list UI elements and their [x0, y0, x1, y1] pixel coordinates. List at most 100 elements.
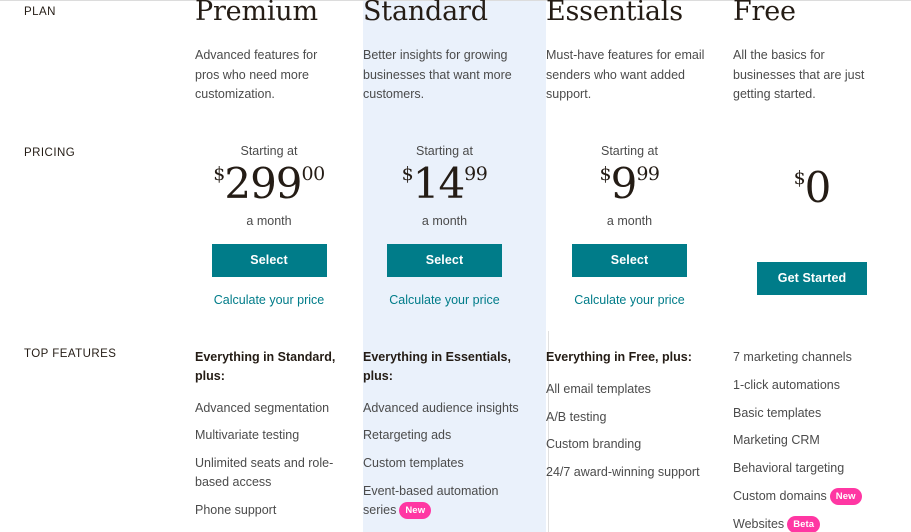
- feature-label: Custom templates: [363, 456, 464, 470]
- feature-label: 24/7 award-winning support: [546, 465, 700, 479]
- feature-label: Phone support: [195, 502, 277, 517]
- select-button-essentials[interactable]: Select: [572, 243, 687, 277]
- feature-label: Advanced segmentation: [195, 400, 330, 415]
- pricing-comparison-table: PLAN Premium Advanced features for pros …: [0, 0, 911, 532]
- price-display: $1499: [363, 162, 526, 205]
- plan-row: PLAN Premium Advanced features for pros …: [0, 0, 911, 134]
- feature-item: Advanced segmentation: [195, 399, 341, 418]
- feature-label: A/B testing: [546, 409, 607, 424]
- features-cell-standard: Everything in Essentials, plus: Advanced…: [363, 331, 546, 532]
- plan-description: All the basics for businesses that are j…: [733, 48, 865, 102]
- plan-description: Must-have features for email senders who…: [546, 48, 705, 102]
- plan-header-essentials: Essentials Must-have features for email …: [546, 0, 733, 134]
- select-button-premium[interactable]: Select: [211, 243, 327, 277]
- currency-symbol: $: [793, 167, 806, 189]
- pricing-cell-standard: Starting at $1499 a month Select Calcula…: [363, 134, 546, 331]
- feature-label: Retargeting ads: [363, 428, 452, 443]
- feature-item: Custom templates: [363, 454, 524, 473]
- plan-header-premium: Premium Advanced features for pros who n…: [195, 0, 363, 134]
- price-cents: 99: [464, 162, 488, 185]
- pricing-cell-essentials: Starting at $999 a month Select Calculat…: [546, 134, 733, 331]
- feature-item: 1-click automations: [733, 376, 889, 395]
- pricing-row: PRICING Starting at $29900 a month Selec…: [0, 134, 911, 331]
- feature-badge: New: [829, 488, 862, 505]
- feature-item: Phone support: [195, 501, 341, 520]
- billing-period: a month: [421, 213, 468, 228]
- feature-label: Custom branding: [546, 437, 642, 452]
- select-button-standard[interactable]: Select: [387, 243, 502, 277]
- feature-label: Custom domains: [733, 488, 827, 503]
- features-heading: Everything in Free, plus:: [546, 350, 692, 364]
- feature-item: Custom domains New: [733, 487, 889, 506]
- price-display: $0: [733, 167, 891, 209]
- pricing-cell-premium: Starting at $29900 a month Select Calcul…: [195, 134, 363, 331]
- plan-name: Premium: [195, 0, 318, 27]
- feature-item: Retargeting ads: [363, 426, 524, 445]
- free-cta-wrapper: Get Started: [733, 246, 891, 295]
- price-amount: 0: [804, 163, 832, 212]
- features-cell-premium: Everything in Standard, plus: Advanced s…: [195, 331, 363, 532]
- features-list-free: 7 marketing channels 1-click automations B…: [733, 348, 889, 532]
- features-heading: Everything in Standard, plus:: [195, 350, 336, 383]
- calculate-price-link-standard[interactable]: Calculate your price: [363, 293, 526, 307]
- feature-label: Marketing CRM: [733, 433, 820, 448]
- row-label-top-features: TOP FEATURES: [24, 348, 117, 360]
- pricing-cell-free: $0 Get Started: [733, 134, 911, 331]
- feature-item: Basic templates: [733, 404, 889, 423]
- features-heading: Everything in Essentials, plus:: [363, 350, 511, 383]
- feature-item: 24/7 award-winning support: [546, 463, 711, 482]
- feature-item: Behavioral targeting: [733, 459, 889, 478]
- plan-name: Standard: [363, 0, 488, 27]
- price-amount: 14: [412, 158, 465, 208]
- price-display: $29900: [195, 162, 343, 205]
- plan-name: Free: [733, 0, 796, 27]
- currency-symbol: $: [599, 162, 611, 185]
- feature-item: All email templates: [546, 380, 711, 399]
- feature-item: A/B testing: [546, 408, 711, 427]
- feature-label: Basic templates: [733, 405, 822, 420]
- features-list-standard: Advanced audience insights Retargeting ad…: [363, 399, 524, 520]
- features-list-premium: Advanced segmentation Multivariate testin…: [195, 399, 341, 520]
- currency-symbol: $: [213, 162, 225, 185]
- calculate-price-link-essentials[interactable]: Calculate your price: [546, 293, 713, 307]
- feature-label: Behavioral targeting: [733, 461, 845, 475]
- calculate-price-link-premium[interactable]: Calculate your price: [195, 293, 343, 307]
- feature-badge: New: [399, 502, 432, 519]
- feature-item: Advanced audience insights: [363, 399, 524, 418]
- plan-description: Advanced features for pros who need more…: [195, 48, 318, 102]
- plan-header-free: Free All the basics for businesses that …: [733, 0, 911, 134]
- price-amount: 9: [610, 158, 638, 208]
- feature-label: Unlimited seats and role-based access: [195, 456, 334, 489]
- feature-item: Marketing CRM: [733, 431, 889, 450]
- features-cell-free: 7 marketing channels 1-click automations B…: [733, 331, 911, 532]
- billing-period: a month: [606, 213, 653, 228]
- feature-item: Unlimited seats and role-based access: [195, 454, 341, 492]
- currency-symbol: $: [401, 162, 414, 185]
- feature-label: Websites: [733, 516, 785, 531]
- feature-item: Multivariate testing: [195, 426, 341, 445]
- row-label-plan: PLAN: [24, 6, 56, 18]
- feature-label: Multivariate testing: [195, 428, 300, 443]
- feature-badge: Beta: [787, 516, 821, 532]
- features-list-essentials: All email templates A/B testing Custom bra…: [546, 380, 711, 482]
- feature-item: Custom branding: [546, 435, 711, 454]
- feature-label: 7 marketing channels: [733, 350, 852, 364]
- feature-label: 1-click automations: [733, 377, 840, 392]
- price-cents: 99: [636, 162, 660, 185]
- plan-description: Better insights for growing businesses t…: [363, 48, 512, 102]
- feature-label: Advanced audience insights: [363, 400, 519, 415]
- feature-item: Websites Beta: [733, 515, 889, 532]
- get-started-button-free[interactable]: Get Started: [757, 262, 867, 295]
- feature-item: Event-based automation series New: [363, 482, 524, 520]
- plan-name: Essentials: [546, 0, 683, 27]
- features-row: TOP FEATURES Everything in Standard, plu…: [0, 331, 911, 532]
- price-cents: 00: [301, 162, 326, 185]
- price-display: $999: [546, 162, 713, 205]
- feature-label: All email templates: [546, 381, 651, 396]
- features-cell-essentials: Everything in Free, plus: All email temp…: [546, 331, 733, 532]
- plan-header-standard: Standard Better insights for growing bus…: [363, 0, 546, 134]
- feature-item: 7 marketing channels: [733, 348, 889, 367]
- price-amount: 299: [224, 158, 302, 208]
- row-label-pricing: PRICING: [24, 147, 76, 159]
